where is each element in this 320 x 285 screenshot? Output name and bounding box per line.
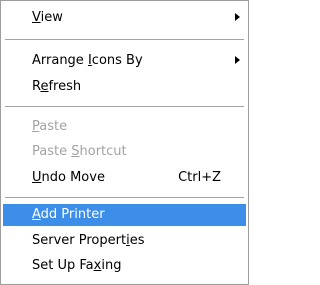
menu-item-server-properties[interactable]: Server Properties bbox=[3, 230, 246, 252]
menu-separator bbox=[5, 197, 244, 198]
submenu-arrow-icon bbox=[235, 56, 240, 64]
menu-item-refresh[interactable]: Refresh bbox=[3, 76, 246, 98]
menu-item-label: Paste Shortcut bbox=[32, 144, 127, 159]
menu-item-label: Add Printer bbox=[32, 207, 105, 222]
menu-item-label: Paste bbox=[32, 119, 68, 134]
menu-item-set-up-faxing[interactable]: Set Up Faxing bbox=[3, 255, 246, 277]
menu-item-view[interactable]: View bbox=[3, 7, 246, 29]
menu-item-undo-move[interactable]: Undo Move Ctrl+Z bbox=[3, 167, 246, 189]
menu-item-label: Refresh bbox=[32, 79, 82, 94]
menu-item-add-printer[interactable]: Add Printer bbox=[3, 204, 246, 226]
menu-item-label: Set Up Faxing bbox=[32, 258, 122, 273]
menu-item-label: Arrange Icons By bbox=[32, 53, 143, 68]
menu-separator bbox=[5, 106, 244, 107]
submenu-arrow-icon bbox=[235, 13, 240, 21]
menu-separator bbox=[5, 39, 244, 40]
menu-item-label: Undo Move bbox=[32, 170, 105, 185]
context-menu: View Arrange Icons By Refresh Paste Past… bbox=[0, 0, 249, 285]
menu-item-label: View bbox=[32, 10, 63, 25]
menu-item-paste-shortcut[interactable]: Paste Shortcut bbox=[3, 141, 246, 163]
menu-item-label: Server Properties bbox=[32, 233, 145, 248]
menu-item-arrange-icons-by[interactable]: Arrange Icons By bbox=[3, 50, 246, 72]
menu-item-shortcut: Ctrl+Z bbox=[178, 170, 221, 185]
menu-item-paste[interactable]: Paste bbox=[3, 116, 246, 138]
